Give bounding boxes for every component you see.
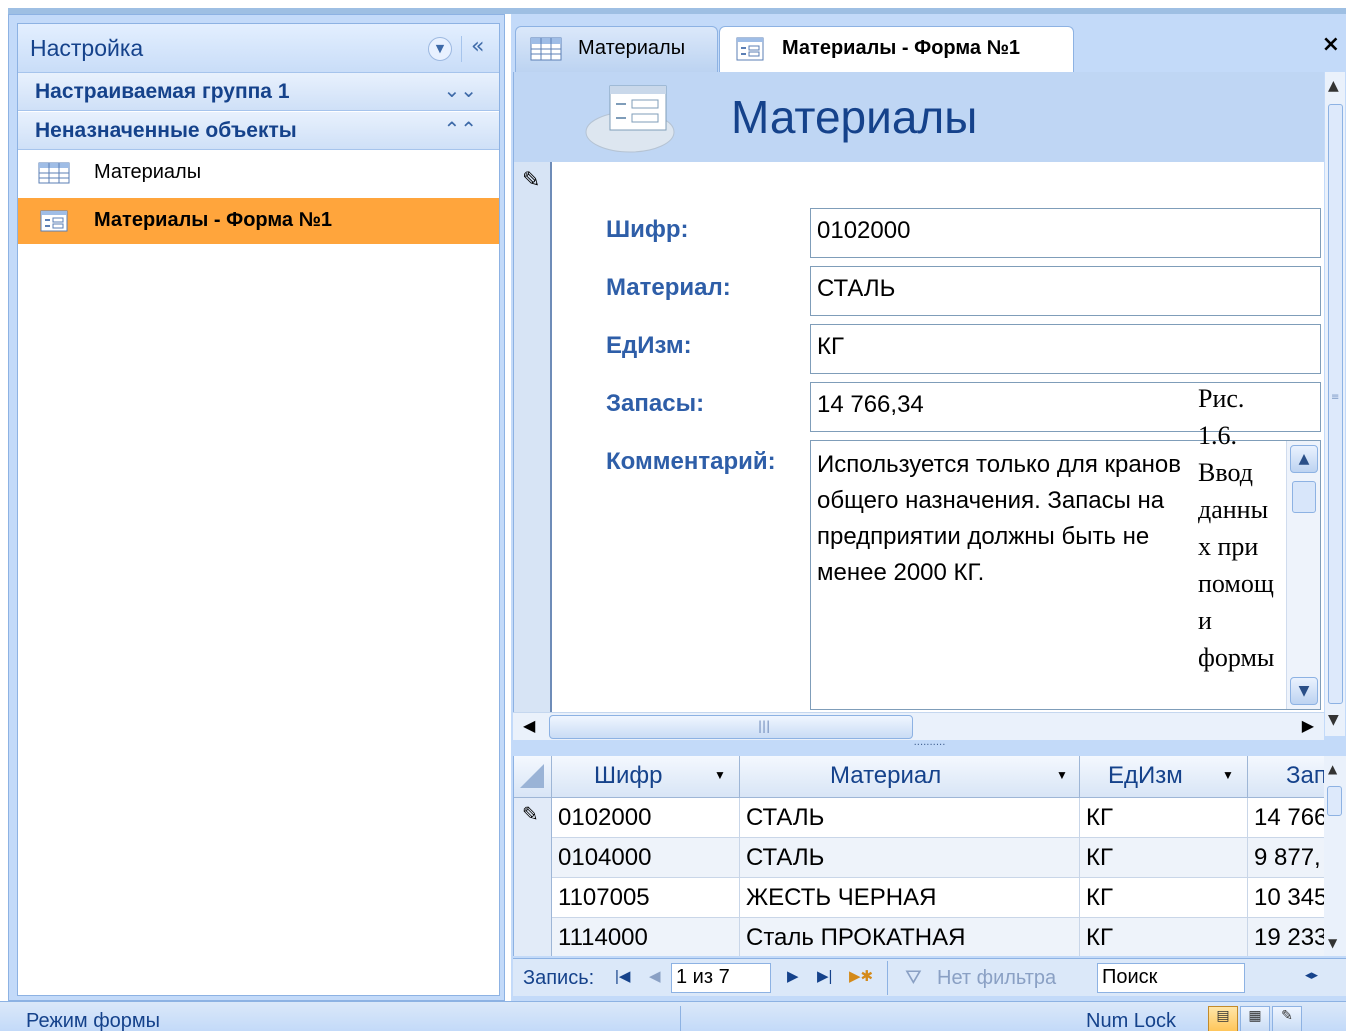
field-unit-input[interactable]: КГ <box>810 324 1321 374</box>
form-horizontal-scrollbar[interactable]: ◀ ||| ▶ <box>513 712 1324 740</box>
table-row[interactable]: ✎ 0102000 СТАЛЬ КГ 14 766 <box>514 798 1346 838</box>
nav-group-label: Настраиваемая группа 1 <box>35 80 290 103</box>
nav-header[interactable]: Настройка ▼ « <box>18 24 499 73</box>
nav-item-materials-table[interactable]: Материалы <box>18 150 499 196</box>
scroll-up-icon[interactable]: ▲ <box>1328 78 1339 94</box>
top-frame <box>0 0 1346 14</box>
datasheet-view-icon[interactable]: ▦ <box>1240 1006 1270 1031</box>
scroll-down-icon[interactable]: ▼ <box>1328 936 1337 950</box>
select-all-button[interactable] <box>514 756 552 798</box>
record-navigation-bar: Запись: |◀ ◀ 1 из 7 ▶ ▶| ▶✱ ⛛ Нет фильтр… <box>513 958 1346 996</box>
field-code-input[interactable]: 0102000 <box>810 208 1321 258</box>
close-icon[interactable]: × <box>1322 32 1340 57</box>
nav-group-unassigned[interactable]: Неназначенные объекты ⌃⌃ <box>18 112 499 150</box>
tab-materials-table[interactable]: Материалы <box>515 26 718 72</box>
filter-icon: ⛛ <box>905 967 922 989</box>
form-logo-icon <box>585 85 675 153</box>
design-view-icon[interactable]: ✎ <box>1272 1006 1302 1031</box>
expand-icon[interactable]: ⌄⌄ <box>443 78 477 102</box>
nav-item-label: Материалы <box>94 161 202 183</box>
first-record-icon[interactable]: |◀ <box>615 967 630 985</box>
tab-label: Материалы <box>578 37 686 59</box>
field-label-stock: Запасы: <box>606 390 705 417</box>
datasheet-header: Шифр ▼ Материал ▼ ЕдИзм ▼ Зап <box>514 756 1346 798</box>
scroll-left-right-icon[interactable]: ◂▸ <box>1305 967 1318 983</box>
column-header-material[interactable]: Материал ▼ <box>740 756 1080 798</box>
status-mode: Режим формы <box>26 1010 161 1031</box>
previous-record-icon[interactable]: ◀ <box>649 967 661 985</box>
form-header: Материалы <box>514 72 1324 162</box>
table-icon <box>530 37 562 61</box>
row-selector[interactable]: ✎ <box>514 798 552 838</box>
nav-collapse-icon[interactable]: « <box>471 34 484 59</box>
field-material-input[interactable]: СТАЛЬ <box>810 266 1321 316</box>
table-icon <box>38 162 70 184</box>
column-header-unit[interactable]: ЕдИзм ▼ <box>1080 756 1248 798</box>
last-record-icon[interactable]: ▶| <box>817 967 832 985</box>
form-icon <box>736 37 764 61</box>
pencil-icon: ✎ <box>522 802 539 826</box>
tab-materials-form[interactable]: Материалы - Форма №1 <box>719 26 1074 72</box>
split-form-splitter[interactable]: ·········· <box>513 740 1346 756</box>
form-vertical-scrollbar[interactable]: ▲ ≡ ▼ <box>1325 72 1345 736</box>
record-selector[interactable]: ✎ <box>514 162 552 736</box>
navigation-pane: Настройка ▼ « Настраиваемая группа 1 ⌄⌄ … <box>8 14 505 1001</box>
datasheet-vertical-scrollbar[interactable]: ▲ ▼ <box>1324 756 1346 956</box>
scroll-right-icon[interactable]: ▶ <box>1302 716 1314 735</box>
figure-caption: Рис. 1.6. Ввод данны х при помощ и формы <box>1198 384 1275 672</box>
scroll-down-icon[interactable]: ▼ <box>1328 712 1339 728</box>
scroll-up-icon[interactable]: ▲ <box>1328 762 1337 776</box>
row-selector[interactable] <box>514 918 552 956</box>
status-bar: Режим формы Num Lock ▤ ▦ ✎ <box>0 1001 1346 1031</box>
new-record-icon[interactable]: ▶✱ <box>849 967 873 985</box>
current-record-input[interactable]: 1 из 7 <box>671 963 771 993</box>
column-filter-dropdown-icon[interactable]: ▼ <box>1056 768 1068 782</box>
form-title: Материалы <box>731 91 978 143</box>
pencil-icon: ✎ <box>522 168 541 193</box>
nav-title: Настройка <box>30 35 144 61</box>
search-input[interactable]: Поиск <box>1097 963 1245 993</box>
record-label: Запись: <box>523 967 595 989</box>
form-view: Материалы ✎ Шифр: 0102000 Материал: СТАЛ… <box>513 72 1324 736</box>
datasheet: Шифр ▼ Материал ▼ ЕдИзм ▼ Зап ✎ 0102000 … <box>513 756 1346 956</box>
scroll-thumb[interactable]: ||| <box>549 715 913 739</box>
scroll-down-icon[interactable]: ▼ <box>1290 677 1318 705</box>
column-filter-dropdown-icon[interactable]: ▼ <box>1222 768 1234 782</box>
filter-status-button[interactable]: Нет фильтра <box>937 967 1056 990</box>
field-label-material: Материал: <box>606 274 731 301</box>
field-label-code: Шифр: <box>606 216 689 243</box>
next-record-icon[interactable]: ▶ <box>787 967 799 985</box>
table-row[interactable]: 0104000 СТАЛЬ КГ 9 877, <box>514 838 1346 878</box>
document-area: Материалы Материалы - Форма №1 × Материа… <box>511 14 1346 1001</box>
tab-label: Материалы - Форма №1 <box>782 37 1021 59</box>
field-label-comment: Комментарий: <box>606 448 776 475</box>
row-selector[interactable] <box>514 878 552 918</box>
row-selector[interactable] <box>514 838 552 878</box>
nav-group-label: Неназначенные объекты <box>35 119 297 142</box>
form-icon <box>40 210 68 232</box>
collapse-icon[interactable]: ⌃⌃ <box>443 117 477 141</box>
scroll-thumb[interactable] <box>1327 786 1342 816</box>
nav-menu-dropdown-icon[interactable]: ▼ <box>428 37 452 61</box>
status-numlock: Num Lock <box>1086 1010 1177 1031</box>
nav-item-label: Материалы - Форма №1 <box>94 209 333 231</box>
document-tabs: Материалы Материалы - Форма №1 × <box>511 14 1346 72</box>
nav-item-materials-form[interactable]: Материалы - Форма №1 <box>18 198 499 244</box>
scroll-left-icon[interactable]: ◀ <box>523 716 535 735</box>
column-filter-dropdown-icon[interactable]: ▼ <box>714 768 726 782</box>
form-view-icon[interactable]: ▤ <box>1208 1006 1238 1031</box>
column-header-code[interactable]: Шифр ▼ <box>552 756 740 798</box>
table-row[interactable]: 1107005 ЖЕСТЬ ЧЕРНАЯ КГ 10 345 <box>514 878 1346 918</box>
table-row[interactable]: 1114000 Сталь ПРОКАТНАЯ КГ 19 233 <box>514 918 1346 956</box>
field-label-unit: ЕдИзм: <box>606 332 692 359</box>
view-switcher: ▤ ▦ ✎ <box>1208 1006 1328 1031</box>
scroll-thumb[interactable] <box>1328 104 1343 704</box>
nav-group-custom[interactable]: Настраиваемая группа 1 ⌄⌄ <box>18 73 499 111</box>
